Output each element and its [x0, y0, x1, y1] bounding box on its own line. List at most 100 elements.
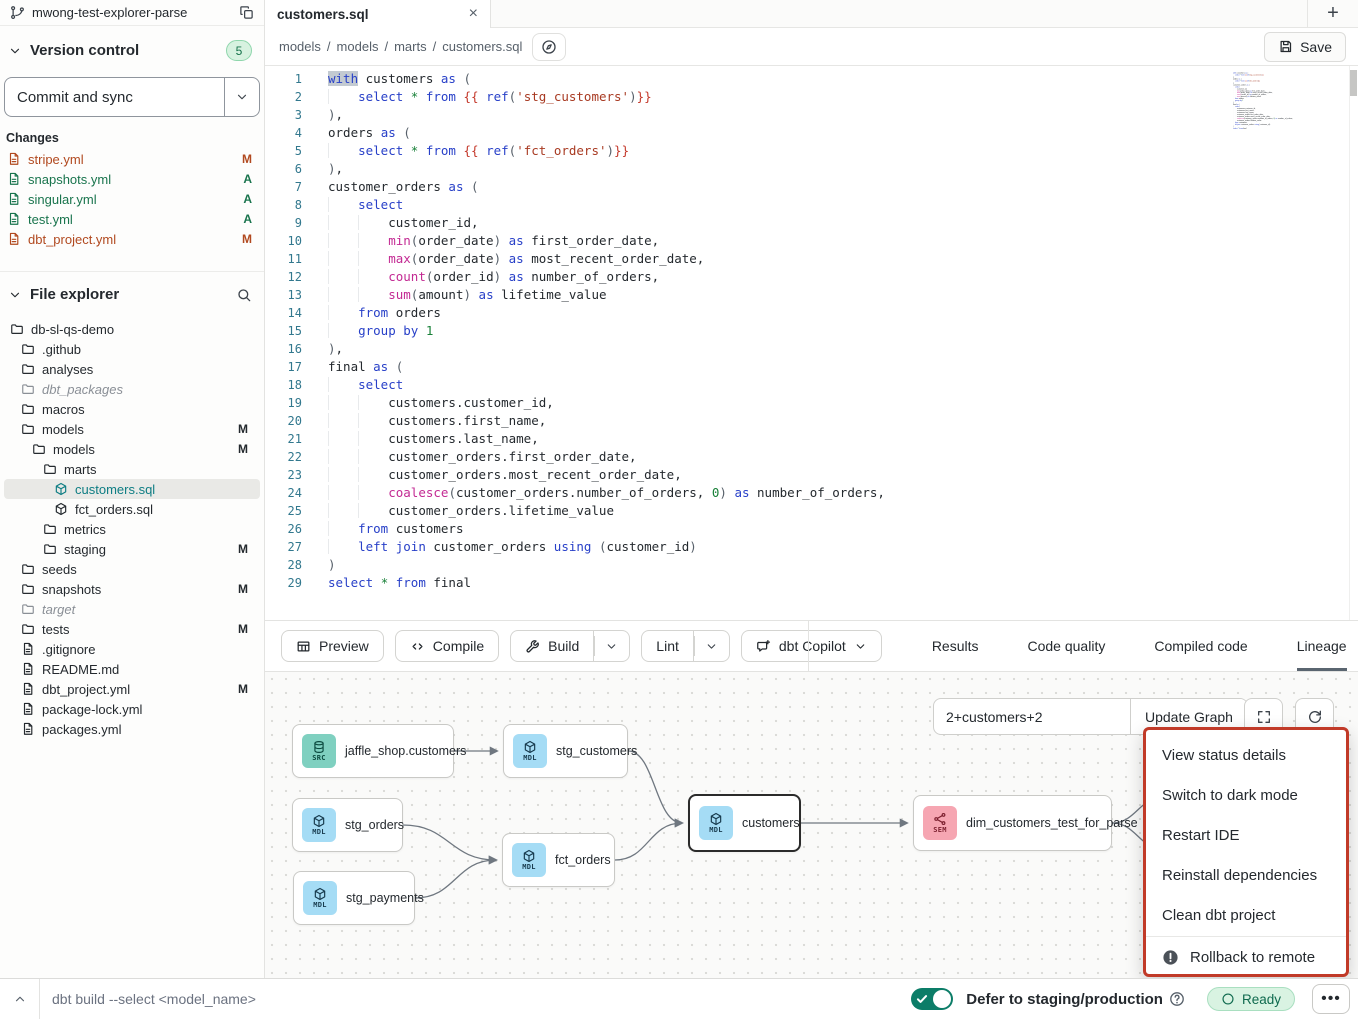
- chevron-down-icon[interactable]: [8, 44, 22, 58]
- menu-item-switch-to-dark-mode[interactable]: Switch to dark mode: [1146, 775, 1346, 815]
- change-row-snapshots-yml[interactable]: snapshots.yml A: [0, 169, 264, 189]
- version-control-title: Version control: [30, 42, 218, 59]
- tree-item-readme-md[interactable]: README.md: [4, 659, 260, 679]
- collapse-panel-button[interactable]: [0, 979, 40, 1019]
- breadcrumb-segment-customers-sql[interactable]: customers.sql: [442, 39, 522, 54]
- model-cube-icon: [522, 849, 536, 863]
- model-cube-icon: [709, 812, 723, 826]
- close-icon[interactable]: ×: [469, 6, 478, 22]
- more-options-button[interactable]: •••: [1312, 984, 1350, 1014]
- lineage-selector-input[interactable]: 2+customers+2: [934, 699, 1130, 734]
- change-row-test-yml[interactable]: test.yml A: [0, 209, 264, 229]
- tree-item-dbt-packages[interactable]: dbt_packages: [4, 379, 260, 399]
- save-button[interactable]: Save: [1264, 32, 1346, 62]
- tree-item-db-sl-qs-demo[interactable]: db-sl-qs-demo: [4, 319, 260, 339]
- node-type-chip: MDL: [303, 881, 337, 915]
- tree-item-snapshots[interactable]: snapshots M: [4, 579, 260, 599]
- file-icon: [7, 152, 21, 166]
- change-row-singular-yml[interactable]: singular.yml A: [0, 189, 264, 209]
- lint-button[interactable]: Lint: [641, 630, 694, 662]
- lineage-node-fct-orders[interactable]: MDL fct_orders: [502, 833, 615, 887]
- node-type-chip: MDL: [302, 808, 336, 842]
- breadcrumb-segment-marts[interactable]: marts: [394, 39, 427, 54]
- help-icon[interactable]: [1169, 991, 1185, 1007]
- action-toolbar: Preview Compile Build Lint: [265, 620, 1358, 672]
- tree-item-fct-orders-sql[interactable]: fct_orders.sql: [4, 499, 260, 519]
- menu-item-clean-dbt-project[interactable]: Clean dbt project: [1146, 895, 1346, 935]
- breadcrumb-segment-models[interactable]: models: [337, 39, 379, 54]
- code-editor[interactable]: 1 with customers as ( 2 select * from {{…: [265, 66, 1358, 620]
- compile-button[interactable]: Compile: [395, 630, 499, 662]
- breadcrumb-segment-models[interactable]: models: [279, 39, 321, 54]
- copy-icon[interactable]: [239, 5, 254, 20]
- lineage-node-stg-customers[interactable]: MDL stg_customers: [503, 724, 628, 778]
- lineage-node-stg-payments[interactable]: MDL stg_payments: [293, 871, 415, 925]
- code-line: 2 select * from {{ ref('stg_customers')}…: [265, 88, 1358, 106]
- status-badge-ready: Ready: [1207, 987, 1295, 1011]
- tree-item-metrics[interactable]: metrics: [4, 519, 260, 539]
- lineage-node-jaffle-shop-customers[interactable]: SRC jaffle_shop.customers: [292, 724, 454, 778]
- build-options-dropdown[interactable]: [594, 630, 630, 662]
- tree-item-seeds[interactable]: seeds: [4, 559, 260, 579]
- tree-item-packages-yml[interactable]: packages.yml: [4, 719, 260, 739]
- tree-item-customers-sql[interactable]: customers.sql: [4, 479, 260, 499]
- tree-item-macros[interactable]: macros: [4, 399, 260, 419]
- tree-item-staging[interactable]: staging M: [4, 539, 260, 559]
- editor-scrollbar-thumb[interactable]: [1350, 70, 1357, 96]
- folder-icon: [43, 522, 57, 536]
- menu-item-reinstall-dependencies[interactable]: Reinstall dependencies: [1146, 855, 1346, 895]
- folder-icon: [21, 342, 35, 356]
- compass-icon-button[interactable]: [532, 33, 566, 61]
- lineage-node-stg-orders[interactable]: MDL stg_orders: [292, 798, 403, 852]
- tree-item-models[interactable]: models M: [4, 419, 260, 439]
- dbt-copilot-button[interactable]: dbt Copilot: [741, 630, 882, 662]
- preview-button[interactable]: Preview: [281, 630, 384, 662]
- tab-code-quality[interactable]: Code quality: [1028, 621, 1106, 671]
- dbt-command-input[interactable]: dbt build --select <model_name>: [40, 991, 911, 1007]
- lint-options-dropdown[interactable]: [694, 630, 730, 662]
- tab-lineage[interactable]: Lineage: [1297, 621, 1347, 671]
- tab-customers-sql[interactable]: customers.sql ×: [265, 0, 491, 28]
- change-row-stripe-yml[interactable]: stripe.yml M: [0, 149, 264, 169]
- node-type-chip: SRC: [302, 734, 336, 768]
- code-line: 12 count(order_id) as number_of_orders,: [265, 268, 1358, 286]
- code-line: 25 customer_orders.lifetime_value: [265, 502, 1358, 520]
- menu-item-rollback-to-remote[interactable]: Rollback to remote: [1146, 938, 1346, 976]
- lineage-node-customers[interactable]: MDL customers: [688, 794, 801, 852]
- file-icon: [21, 702, 35, 716]
- menu-item-view-status-details[interactable]: View status details: [1146, 735, 1346, 775]
- editor-tab-bar: customers.sql × +: [265, 0, 1358, 28]
- expand-icon: [1256, 709, 1272, 725]
- commit-and-sync-button[interactable]: Commit and sync: [4, 77, 224, 117]
- tree-item-models[interactable]: models M: [4, 439, 260, 459]
- menu-item-restart-ide[interactable]: Restart IDE: [1146, 815, 1346, 855]
- build-button[interactable]: Build: [510, 630, 594, 662]
- tab-compiled-code[interactable]: Compiled code: [1154, 621, 1247, 671]
- branch-name: mwong-test-explorer-parse: [32, 5, 232, 20]
- wrench-icon: [525, 639, 540, 654]
- tree-item-tests[interactable]: tests M: [4, 619, 260, 639]
- commit-options-dropdown[interactable]: [224, 77, 260, 117]
- tree-item-marts[interactable]: marts: [4, 459, 260, 479]
- search-icon[interactable]: [236, 287, 252, 303]
- lineage-node-dim-customers-test-for-parse[interactable]: SEM dim_customers_test_for_parse: [913, 795, 1112, 851]
- tab-results[interactable]: Results: [932, 621, 979, 671]
- tree-item-dbt-project-yml[interactable]: dbt_project.yml M: [4, 679, 260, 699]
- change-row-dbt-project-yml[interactable]: dbt_project.yml M: [0, 229, 264, 249]
- tab-label: customers.sql: [277, 7, 369, 22]
- new-tab-button[interactable]: +: [1307, 0, 1358, 28]
- chevron-down-icon: [605, 640, 618, 653]
- tree-item-github[interactable]: .github: [4, 339, 260, 359]
- code-line: 5 select * from {{ ref('fct_orders')}}: [265, 142, 1358, 160]
- folder-icon: [43, 542, 57, 556]
- tree-item-target[interactable]: target: [4, 599, 260, 619]
- defer-toggle[interactable]: [911, 988, 953, 1010]
- code-line: 23 customer_orders.most_recent_order_dat…: [265, 466, 1358, 484]
- tree-item-gitignore[interactable]: .gitignore: [4, 639, 260, 659]
- tree-item-analyses[interactable]: analyses: [4, 359, 260, 379]
- folder-icon: [43, 462, 57, 476]
- tree-item-package-lock-yml[interactable]: package-lock.yml: [4, 699, 260, 719]
- chevron-down-icon[interactable]: [8, 288, 22, 302]
- breadcrumb-separator: /: [433, 39, 437, 54]
- save-icon: [1278, 39, 1293, 54]
